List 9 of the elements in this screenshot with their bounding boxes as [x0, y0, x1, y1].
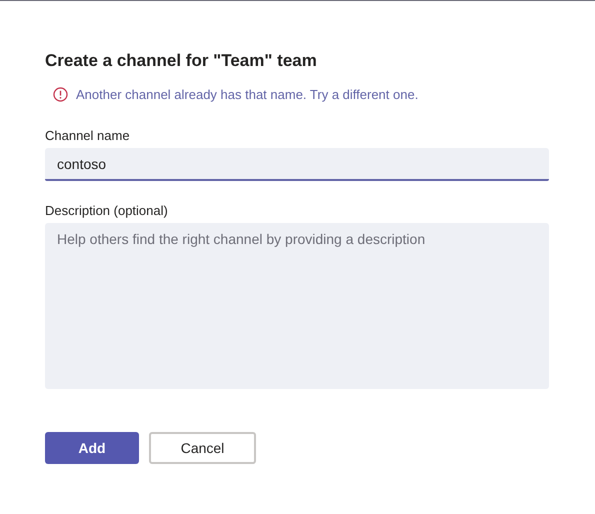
- channel-name-field[interactable]: contoso: [45, 148, 549, 181]
- description-field[interactable]: Help others find the right channel by providing a description: [45, 223, 549, 389]
- error-message: Another channel already has that name. Try a different one.: [76, 87, 418, 102]
- cancel-button[interactable]: Cancel: [149, 432, 256, 464]
- add-button[interactable]: Add: [45, 432, 139, 464]
- error-icon: [53, 87, 68, 102]
- dialog-title: Create a channel for "Team" team: [45, 50, 318, 72]
- field-label: Channel name: [45, 128, 131, 143]
- field-label: Description (optional): [45, 203, 169, 218]
